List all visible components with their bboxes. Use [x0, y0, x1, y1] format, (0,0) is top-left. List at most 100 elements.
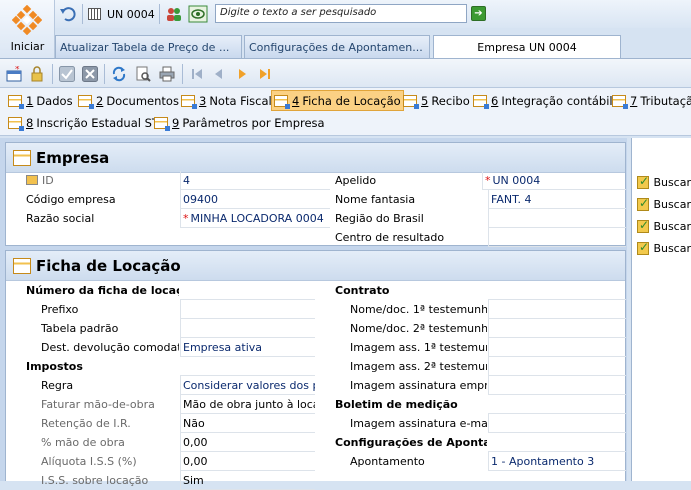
- buscar-link[interactable]: Buscar: [637, 195, 691, 213]
- tab-atualizar-tabela[interactable]: Atualizar Tabela de Preço de ...: [55, 35, 242, 58]
- nav-item-nota-fiscal[interactable]: 3 Nota Fiscal: [179, 91, 274, 111]
- form-icon: [181, 95, 197, 109]
- refresh-icon[interactable]: [111, 66, 127, 82]
- field-value[interactable]: Empresa ativa: [180, 338, 315, 357]
- new-record-icon[interactable]: *: [6, 66, 22, 82]
- field-label: Faturar mão-de-obra: [41, 398, 155, 411]
- field-value[interactable]: 0,00: [180, 452, 315, 471]
- last-record-icon[interactable]: [257, 66, 273, 82]
- field-value[interactable]: [488, 357, 626, 376]
- form-icon: [8, 95, 24, 109]
- nav-item-dados[interactable]: 1 Dados: [6, 91, 75, 111]
- form-icon: [403, 95, 419, 109]
- form-icon: [13, 150, 31, 166]
- field-label: Nome/doc. 2ª testemunha: [350, 322, 487, 335]
- nav-item-recibo[interactable]: 5 Recibo: [401, 91, 472, 111]
- form-icon: [274, 94, 290, 109]
- field-value[interactable]: Não: [180, 414, 315, 433]
- nav-item-ficha-locacao[interactable]: 4 Ficha de Locação: [271, 90, 404, 111]
- form-icon: [612, 95, 628, 109]
- buscar-icon: [637, 174, 650, 189]
- field-value[interactable]: [180, 300, 315, 319]
- ficha-panel: Ficha de Locação Número da ficha de loca…: [5, 250, 626, 490]
- field-label: Imagem ass. 2ª testemunha: [350, 360, 487, 373]
- cancel-icon[interactable]: [82, 66, 98, 82]
- razao-field[interactable]: * MINHA LOCADORA 0004: [180, 209, 330, 228]
- field-value[interactable]: Considerar valores dos parâ: [180, 376, 315, 395]
- print-icon[interactable]: [159, 66, 175, 82]
- nav-item-inscricao-estadual[interactable]: 8 Inscrição Estadual ST: [6, 113, 161, 133]
- first-record-icon[interactable]: [189, 66, 205, 82]
- top-bar: UN 0004 Digite o texto a ser pesquisado …: [55, 0, 691, 28]
- id-label: ID: [26, 171, 176, 190]
- users-icon[interactable]: [165, 5, 183, 23]
- search-input[interactable]: Digite o texto a ser pesquisado: [215, 4, 467, 23]
- field-value[interactable]: 1 - Apontamento 3: [488, 452, 626, 471]
- field-value[interactable]: [180, 319, 315, 338]
- codigo-field[interactable]: 09400: [180, 190, 330, 209]
- buscar-icon: [637, 240, 650, 255]
- previous-record-icon[interactable]: [211, 66, 227, 82]
- field-value[interactable]: Mão de obra junto à locação: [180, 395, 315, 414]
- start-logo-icon: [12, 5, 42, 35]
- buscar-link[interactable]: Buscar: [637, 173, 691, 191]
- search-go-button[interactable]: ➔: [471, 6, 486, 21]
- section-spacer: [488, 281, 626, 300]
- field-label: Prefixo: [41, 303, 79, 316]
- company-selector[interactable]: UN 0004: [88, 5, 155, 23]
- lock-icon[interactable]: [29, 66, 45, 82]
- field-label: Regra: [41, 379, 74, 392]
- empresa-header: Empresa: [6, 143, 625, 173]
- buscar-link[interactable]: Buscar: [637, 239, 691, 257]
- form-icon: [78, 95, 94, 109]
- confirm-icon[interactable]: [59, 66, 75, 82]
- field-label: Nome/doc. 1ª testemunha: [350, 303, 487, 316]
- document-tabs: Atualizar Tabela de Preço de ... Configu…: [55, 35, 691, 59]
- tab-configuracoes-apontamento[interactable]: Configurações de Apontamen...: [244, 35, 430, 58]
- regiao-field[interactable]: [488, 209, 626, 228]
- field-value[interactable]: [488, 300, 626, 319]
- form-icon: [8, 117, 24, 131]
- svg-text:*: *: [15, 66, 20, 75]
- field-value[interactable]: [488, 376, 626, 395]
- fantasia-field[interactable]: FANT. 4: [488, 190, 626, 209]
- start-button[interactable]: Iniciar: [0, 0, 55, 58]
- field-label: % mão de obra: [41, 436, 125, 449]
- section-label: Impostos: [26, 360, 83, 373]
- buscar-link[interactable]: Buscar: [637, 217, 691, 235]
- field-label: Tabela padrão: [41, 322, 119, 335]
- undo-icon[interactable]: [59, 5, 77, 23]
- tab-empresa[interactable]: Empresa UN 0004: [433, 35, 621, 59]
- apelido-label: Apelido: [335, 174, 377, 187]
- company-icon: [88, 8, 101, 20]
- section-spacer: [488, 395, 626, 414]
- razao-label: Razão social: [26, 212, 95, 225]
- section-label: Contrato: [335, 284, 390, 297]
- nav-item-integracao-contabil[interactable]: 6 Integração contábil: [471, 91, 615, 111]
- section-label: Número da ficha de locação: [26, 284, 179, 297]
- buscar-icon: [637, 218, 650, 233]
- field-label: Alíquota I.S.S (%): [41, 455, 137, 468]
- id-icon: [26, 175, 38, 185]
- field-label: Imagem assinatura e-mail: [350, 417, 487, 430]
- next-record-icon[interactable]: [234, 66, 250, 82]
- nav-item-documentos[interactable]: 2 Documentos: [76, 91, 181, 111]
- centro-label: Centro de resultado: [335, 231, 445, 244]
- centro-field[interactable]: [488, 228, 626, 247]
- field-value[interactable]: [488, 338, 626, 357]
- section-label: Configurações de Apontamento: [335, 436, 487, 449]
- field-value[interactable]: [488, 319, 626, 338]
- field-label: Dest. devolução comodato: [41, 341, 179, 354]
- buscar-icon: [637, 196, 650, 211]
- ficha-title: Ficha de Locação: [36, 257, 181, 275]
- apelido-field[interactable]: * UN 0004: [482, 171, 626, 190]
- field-value[interactable]: [488, 414, 626, 433]
- section-label: Boletim de medição: [335, 398, 458, 411]
- nav-item-parametros-empresa[interactable]: 9 Parâmetros por Empresa: [152, 113, 327, 133]
- preview-icon[interactable]: [135, 66, 151, 82]
- form-icon: [473, 95, 489, 109]
- field-label: Imagem assinatura empresa: [350, 379, 487, 392]
- field-value[interactable]: 0,00: [180, 433, 315, 452]
- view-icon[interactable]: [188, 5, 208, 23]
- nav-item-tributacao[interactable]: 7 Tributaçã: [610, 91, 691, 111]
